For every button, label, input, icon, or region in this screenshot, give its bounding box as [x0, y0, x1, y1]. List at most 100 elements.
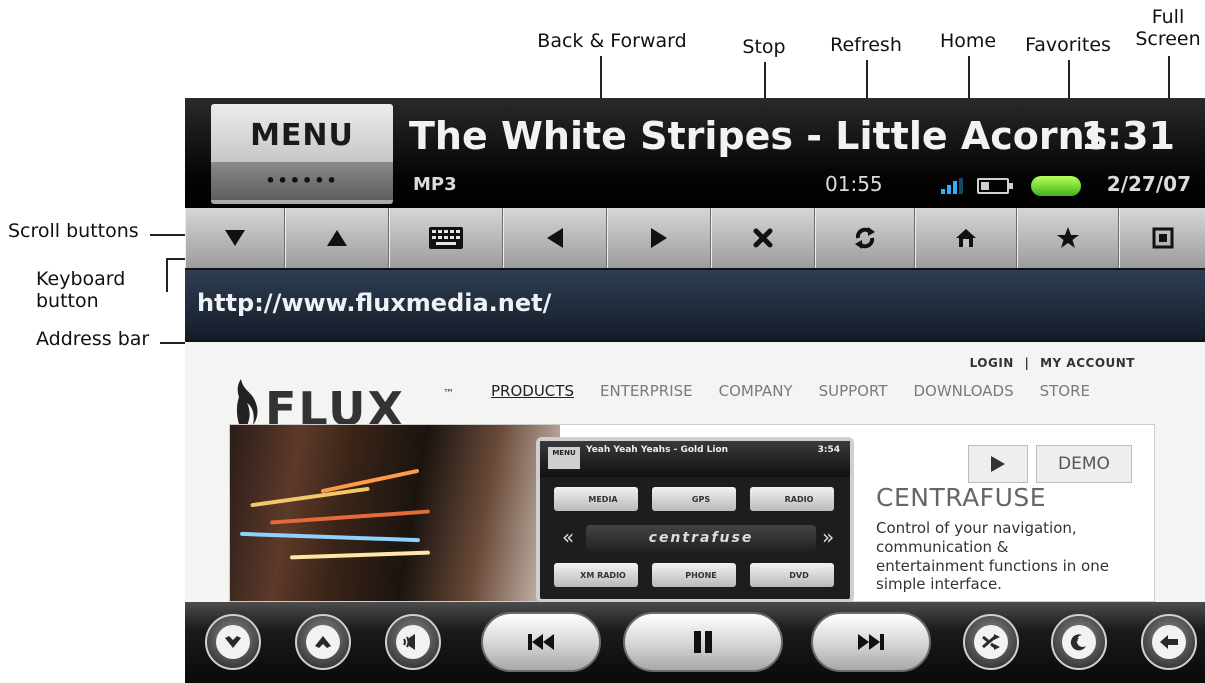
next-track-button[interactable]	[811, 612, 931, 672]
full-screen-button[interactable]	[1119, 208, 1205, 268]
pause-icon	[694, 631, 712, 653]
volume-button[interactable]	[385, 614, 441, 670]
favorite-up-button[interactable]	[295, 614, 351, 670]
preview-time: 3:54	[817, 445, 840, 455]
clock: 1:31	[1080, 114, 1175, 158]
callout-address-bar: Address bar	[36, 328, 150, 350]
callout-full-screen: Full Screen	[1135, 6, 1201, 50]
site-nav-enterprise[interactable]: ENTERPRISE	[600, 382, 693, 400]
preview-dvd-button: DVD	[750, 563, 834, 587]
site-nav-products[interactable]: PRODUCTS	[491, 382, 574, 400]
date: 2/27/07	[1106, 172, 1191, 196]
callout-keyboard-line1: Keyboard	[36, 268, 126, 290]
shuffle-button[interactable]	[963, 614, 1019, 670]
favorites-button[interactable]	[1017, 208, 1119, 268]
heart-down-icon	[225, 636, 241, 648]
menu-label: MENU	[250, 118, 354, 153]
callout-keyboard-line2: button	[36, 289, 99, 312]
preview-title: Yeah Yeah Yeahs - Gold Lion	[586, 445, 729, 455]
svg-text:™: ™	[443, 387, 454, 400]
speaker-icon	[403, 634, 415, 650]
demo-button[interactable]: DEMO	[1036, 445, 1132, 483]
x-icon	[753, 228, 773, 248]
scroll-down-button[interactable]	[185, 208, 285, 268]
preview-logo: centrafuse	[586, 525, 816, 551]
star-icon	[1057, 227, 1079, 248]
account-separator: |	[1024, 356, 1030, 370]
my-account-link[interactable]: MY ACCOUNT	[1040, 356, 1135, 370]
play-icon	[991, 456, 1005, 472]
callout-back-forward: Back & Forward	[537, 30, 687, 52]
home-icon	[956, 229, 976, 247]
callout-favorites: Favorites	[1025, 34, 1111, 56]
fullscreen-icon	[1152, 227, 1173, 249]
city-lights-photo	[230, 425, 560, 601]
login-link[interactable]: LOGIN	[970, 356, 1014, 370]
keyboard-icon	[429, 227, 463, 249]
site-nav-support[interactable]: SUPPORT	[819, 382, 888, 400]
previous-track-button[interactable]	[481, 612, 601, 672]
moon-icon	[1070, 634, 1086, 651]
preview-xm-radio-button: XM RADIO	[554, 563, 638, 587]
address-bar[interactable]: http://www.fluxmedia.net/	[185, 270, 1205, 340]
triangle-up-icon	[327, 230, 347, 246]
centrafuse-banner: MENU Yeah Yeah Yeahs - Gold Lion 3:54 ME…	[229, 424, 1155, 602]
scroll-up-button[interactable]	[285, 208, 389, 268]
web-page-viewport[interactable]: FLUX ™ LOGIN | MY ACCOUNT PRODUCTS ENTER…	[185, 342, 1205, 602]
triangle-down-icon	[225, 230, 245, 246]
browser-toolbar	[185, 208, 1205, 268]
song-title: The White Stripes - Little Acorns	[409, 114, 1108, 158]
media-format: MP3	[413, 174, 457, 195]
address-url[interactable]: http://www.fluxmedia.net/	[197, 289, 551, 317]
leader-keyboard-h	[166, 258, 168, 292]
night-mode-button[interactable]	[1051, 614, 1107, 670]
skip-back-icon	[528, 634, 554, 650]
account-links: LOGIN | MY ACCOUNT	[970, 356, 1135, 370]
site-nav-downloads[interactable]: DOWNLOADS	[913, 382, 1013, 400]
callout-refresh: Refresh	[830, 34, 902, 56]
callout-full-screen-line1: Full	[1151, 6, 1185, 28]
site-nav-company[interactable]: COMPANY	[719, 382, 793, 400]
forward-button[interactable]	[607, 208, 711, 268]
battery-icon	[977, 178, 1013, 194]
callout-keyboard-button: Keyboard button	[36, 268, 126, 312]
back-arrow-icon	[1160, 635, 1178, 649]
preview-prev-arrow: «	[562, 525, 575, 549]
elapsed-time: 01:55	[825, 172, 883, 196]
preview-next-arrow: »	[822, 525, 835, 549]
shuffle-icon	[982, 634, 1000, 650]
callout-home: Home	[939, 30, 997, 52]
status-indicator	[1031, 176, 1081, 196]
back-button[interactable]	[503, 208, 607, 268]
stop-button[interactable]	[711, 208, 815, 268]
centrafuse-title: CENTRAFUSE	[876, 483, 1047, 512]
device-screen: MENU •••••• The White Stripes - Little A…	[185, 98, 1205, 683]
preview-radio-button: RADIO	[750, 487, 834, 511]
callout-full-screen-line2: Screen	[1135, 27, 1201, 50]
menu-button[interactable]: MENU ••••••	[211, 104, 393, 204]
preview-gps-button: GPS	[652, 487, 736, 511]
home-button[interactable]	[915, 208, 1017, 268]
refresh-icon	[855, 227, 875, 249]
site-nav-store[interactable]: STORE	[1040, 382, 1090, 400]
media-control-bar	[185, 602, 1205, 683]
arrow-right-icon	[651, 228, 667, 248]
pause-button[interactable]	[623, 612, 783, 672]
site-navigation: PRODUCTS ENTERPRISE COMPANY SUPPORT DOWN…	[491, 382, 1090, 400]
preview-media-button: MEDIA	[554, 487, 638, 511]
keyboard-button[interactable]	[389, 208, 503, 268]
callout-stop: Stop	[742, 36, 786, 58]
preview-phone-button: PHONE	[652, 563, 736, 587]
demo-play-button[interactable]	[968, 445, 1028, 483]
menu-dots: ••••••	[211, 162, 393, 200]
callout-scroll-buttons: Scroll buttons	[8, 220, 139, 242]
skip-forward-icon	[858, 634, 884, 650]
back-exit-button[interactable]	[1141, 614, 1197, 670]
now-playing-header: MENU •••••• The White Stripes - Little A…	[185, 98, 1205, 208]
heart-up-icon	[315, 636, 331, 648]
favorite-down-button[interactable]	[205, 614, 261, 670]
arrow-left-icon	[547, 228, 563, 248]
signal-strength-icon	[941, 178, 963, 194]
refresh-button[interactable]	[815, 208, 915, 268]
preview-menu: MENU	[548, 447, 580, 469]
